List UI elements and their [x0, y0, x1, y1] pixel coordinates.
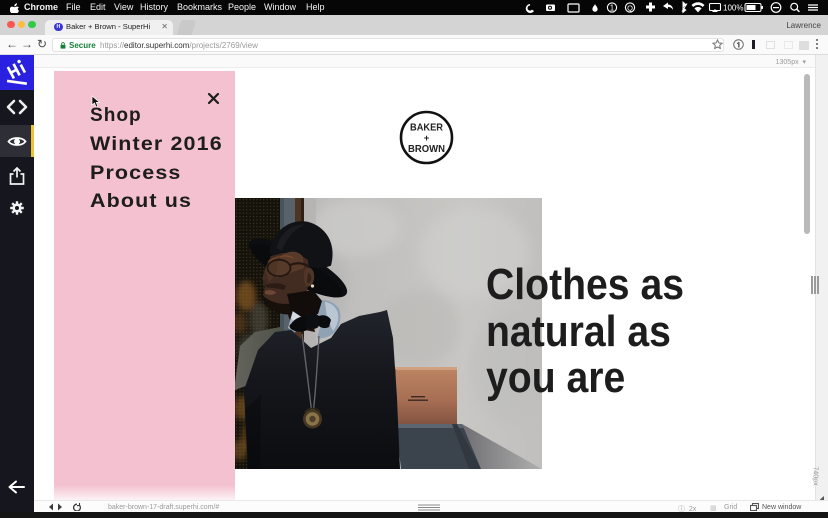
svg-text:Q: Q [627, 3, 633, 12]
svg-text:+: + [424, 133, 430, 144]
svg-text:BAKER: BAKER [410, 123, 444, 134]
svg-text:BROWN: BROWN [408, 144, 445, 155]
svg-text:100%: 100% [723, 4, 743, 13]
svg-text:1: 1 [610, 3, 615, 12]
